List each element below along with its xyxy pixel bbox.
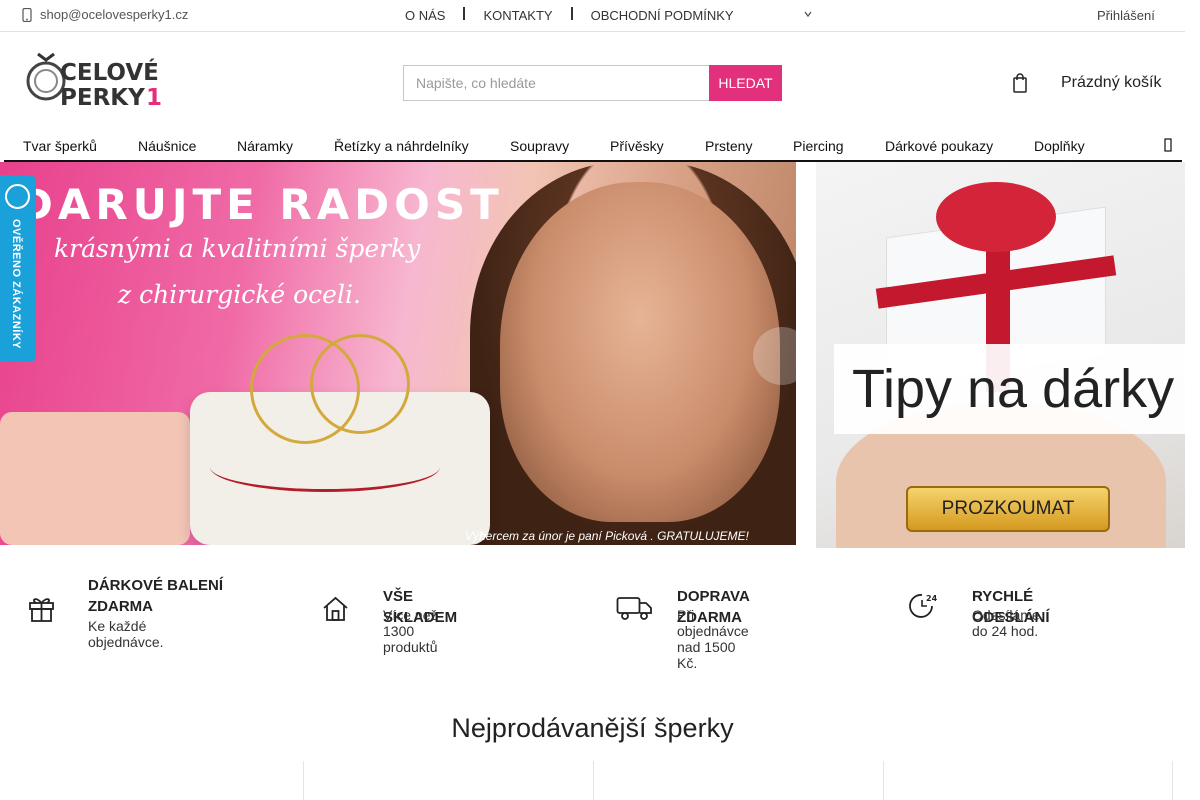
benefit-description: Ke každé objednávce. <box>88 618 164 650</box>
gift-tips-banner[interactable]: Tipy na dárky PROZKOUMAT <box>816 162 1185 548</box>
hoop-earring-image <box>310 334 410 434</box>
hero-winner-note: Výhercem za únor je paní Picková . GRATU… <box>465 529 749 543</box>
model-face-image <box>500 182 780 522</box>
product-card[interactable] <box>593 761 883 800</box>
search-bar: HLEDAT <box>403 65 782 101</box>
hero-title: DARUJTE RADOST <box>18 180 504 229</box>
benefit-title: DÁRKOVÉ BALENÍ ZDARMA <box>88 577 224 615</box>
top-link-terms[interactable]: OBCHODNÍ PODMÍNKY <box>591 8 734 23</box>
login-link[interactable]: Přihlášení <box>1097 8 1155 23</box>
divider <box>570 7 573 20</box>
cart-label: Prázdný košík <box>1061 74 1162 91</box>
gift-tips-title: Tipy na dárky <box>852 359 1175 419</box>
benefit-description: Odesíláme do 24 hod. <box>972 607 1040 639</box>
verified-customers-badge[interactable]: OVĚŘENO ZÁKAZNÍKY <box>0 175 36 362</box>
explore-button[interactable]: PROZKOUMAT <box>906 486 1110 532</box>
bracelet-image <box>210 442 440 492</box>
jewelry-box-image <box>0 412 190 545</box>
nav-item-rings[interactable]: Prsteny <box>705 138 752 154</box>
chevron-down-icon[interactable] <box>804 10 812 18</box>
hero-banner[interactable]: DARUJTE RADOST krásnými a kvalitními špe… <box>0 162 796 545</box>
cart[interactable]: Prázdný košík <box>1013 73 1161 93</box>
search-input[interactable] <box>403 65 709 101</box>
svg-text:CELOVÉ: CELOVÉ <box>60 58 159 86</box>
top-nav: O NÁS KONTAKTY OBCHODNÍ PODMÍNKY <box>405 7 734 23</box>
top-link-about[interactable]: O NÁS <box>405 8 445 23</box>
truck-icon <box>616 597 652 620</box>
bow-image <box>936 182 1056 252</box>
benefit-description: Více než 1300 produktů <box>383 607 438 655</box>
bestsellers-title: Nejprodávanější šperky <box>451 713 734 743</box>
gift-icon <box>29 598 54 622</box>
nav-item-piercing[interactable]: Piercing <box>793 138 844 154</box>
divider <box>463 7 466 20</box>
nav-item-jewelry-shape[interactable]: Tvar šperků <box>23 138 97 154</box>
hero-subtitle-1: krásnými a kvalitními šperky <box>54 234 421 263</box>
nav-item-earrings[interactable]: Náušnice <box>138 138 196 154</box>
badge-label: OVĚŘENO ZÁKAZNÍKY <box>10 219 22 350</box>
product-card[interactable] <box>883 761 1173 800</box>
hero-subtitle-2: z chirurgické oceli. <box>118 280 361 309</box>
top-bar: shop@ocelovesperky1.cz O NÁS KONTAKTY OB… <box>0 0 1185 32</box>
home-icon <box>323 596 348 621</box>
main-nav: Tvar šperků Náušnice Náramky Řetízky a n… <box>4 130 1182 162</box>
email-text: shop@ocelovesperky1.cz <box>40 7 189 22</box>
svg-text:PERKY: PERKY <box>60 85 145 111</box>
nav-item-necklaces[interactable]: Řetízky a náhrdelníky <box>334 138 469 154</box>
svg-text:1: 1 <box>146 85 162 111</box>
top-link-contacts[interactable]: KONTAKTY <box>483 8 552 23</box>
logo[interactable]: CELOVÉ PERKY 1 <box>24 50 164 112</box>
seal-icon <box>5 184 30 209</box>
nav-item-gift-vouchers[interactable]: Dárkové poukazy <box>885 138 993 154</box>
product-card[interactable] <box>303 761 593 800</box>
product-card[interactable] <box>14 761 304 800</box>
clock-24h-icon: 24 <box>909 594 938 618</box>
nav-item-bracelets[interactable]: Náramky <box>237 138 293 154</box>
menu-icon[interactable] <box>1164 138 1172 152</box>
nav-item-accessories[interactable]: Doplňky <box>1034 138 1085 154</box>
phone-icon <box>22 7 32 22</box>
email-link[interactable]: shop@ocelovesperky1.cz <box>22 7 188 22</box>
benefit-description: Při objednávce nad 1500 Kč. <box>677 607 749 671</box>
search-button[interactable]: HLEDAT <box>709 65 782 101</box>
nav-item-sets[interactable]: Soupravy <box>510 138 569 154</box>
nav-item-pendants[interactable]: Přívěsky <box>610 138 664 154</box>
bag-icon <box>1013 73 1027 93</box>
svg-text:24: 24 <box>926 594 938 603</box>
